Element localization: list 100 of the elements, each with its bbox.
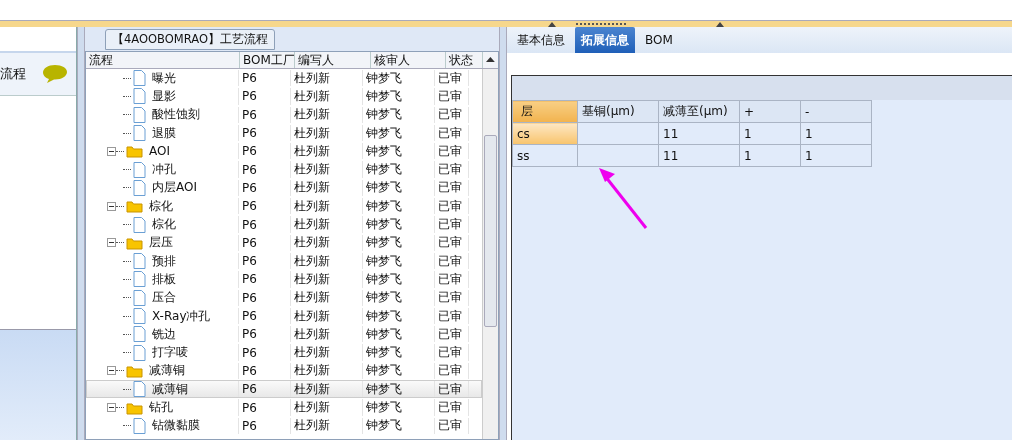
table-cell: 11 [658, 144, 740, 167]
tree-label: 冲孔 [152, 161, 176, 178]
column-header[interactable]: BOM工厂 [240, 52, 296, 68]
table-cell: 杜列新 [291, 344, 363, 361]
tree-row[interactable]: 内层AOI P6 杜列新 钟梦飞 已审 [86, 178, 482, 198]
table-cell: 杜列新 [291, 106, 363, 123]
tree-label: 预排 [152, 253, 176, 270]
table-cell: 钟梦飞 [363, 161, 435, 178]
table-cell: 钟梦飞 [363, 307, 435, 325]
table-cell: 已审 [435, 124, 469, 142]
panel-tab[interactable]: 【4AOOBOMRAO】工艺流程 [105, 29, 275, 50]
tree-label: 减薄铜 [149, 362, 185, 380]
tree-label: 内层AOI [152, 179, 197, 197]
folder-icon [126, 363, 143, 378]
document-icon [133, 161, 146, 178]
collapse-icon[interactable] [107, 403, 116, 412]
document-icon [133, 125, 146, 142]
table-cell: 已审 [435, 88, 469, 105]
tree-row[interactable]: 打字唛 P6 杜列新 钟梦飞 已审 [86, 343, 482, 362]
table-cell: 已审 [435, 253, 469, 270]
table-cell: 钟梦飞 [363, 271, 435, 288]
tree-row[interactable]: AOI P6 杜列新 钟梦飞 已审 [86, 142, 482, 161]
tree-row[interactable]: 冲孔 P6 杜列新 钟梦飞 已审 [86, 160, 482, 179]
table-cell: 钟梦飞 [363, 106, 435, 123]
column-header[interactable]: 基铜(μm) [577, 100, 659, 123]
tree-row[interactable]: 钻孔 P6 杜列新 钟梦飞 已审 [86, 398, 482, 417]
column-header[interactable]: 核审人 [370, 52, 446, 68]
arrow-annotation [597, 166, 649, 230]
tree-row[interactable]: 排板 P6 杜列新 钟梦飞 已审 [86, 270, 482, 289]
table-cell: 杜列新 [291, 326, 363, 343]
column-header[interactable]: 流程 [86, 52, 241, 68]
scroll-thumb[interactable] [484, 135, 497, 327]
collapse-icon[interactable] [107, 238, 116, 248]
tree-row[interactable]: 显影 P6 杜列新 钟梦飞 已审 [86, 87, 482, 106]
table-cell: P6 [239, 381, 291, 398]
table-cell: 钟梦飞 [363, 417, 435, 434]
table-cell: 已审 [435, 198, 469, 215]
column-header[interactable]: 状态 [445, 52, 484, 68]
tree-label: 棕化 [152, 216, 176, 233]
table-cell: P6 [239, 362, 291, 380]
table-cell: P6 [239, 234, 291, 251]
column-header[interactable]: 层 [512, 100, 578, 123]
tab[interactable]: BOM [639, 27, 679, 53]
table-cell: 杜列新 [291, 289, 363, 306]
table-cell: 钟梦飞 [363, 234, 435, 251]
tree-row[interactable]: 曝光 P6 杜列新 钟梦飞 已审 [86, 69, 482, 88]
table-cell: 已审 [435, 143, 469, 160]
collapse-icon[interactable] [107, 146, 116, 156]
table-cell: P6 [239, 344, 291, 361]
collapse-icon[interactable] [107, 366, 116, 376]
table-cell: 1 [800, 122, 872, 145]
tree-row[interactable]: 压合 P6 杜列新 钟梦飞 已审 [86, 288, 482, 307]
tree-label: 钻孔 [149, 399, 173, 416]
tree-row[interactable]: 减薄铜 P6 杜列新 钟梦飞 已审 [86, 380, 482, 399]
table-cell: 杜列新 [291, 417, 363, 434]
tab[interactable]: 拓展信息 [575, 27, 635, 53]
table-cell: 11 [658, 122, 740, 145]
table-cell: 已审 [435, 326, 469, 343]
tree-row[interactable]: 棕化 P6 杜列新 钟梦飞 已审 [86, 215, 482, 234]
panel-title: 流程 [0, 65, 26, 83]
table-cell: 杜列新 [291, 381, 363, 398]
table-cell: 钟梦飞 [363, 88, 435, 105]
table-cell: P6 [239, 106, 291, 123]
table-cell: P6 [239, 271, 291, 288]
splitter-handle[interactable] [499, 27, 507, 440]
collapse-icon[interactable] [107, 201, 116, 211]
tree-label: X-Ray冲孔 [152, 307, 211, 325]
tree-label: 压合 [152, 289, 176, 306]
tree-row[interactable]: 棕化 P6 杜列新 钟梦飞 已审 [86, 197, 482, 216]
table-cell: 已审 [435, 344, 469, 361]
tree-label: 排板 [152, 271, 176, 288]
table-cell: 已审 [435, 399, 469, 416]
tree-label: 曝光 [152, 70, 176, 87]
column-header[interactable]: 减薄至(μm) [658, 100, 740, 123]
tree-row[interactable]: 酸性蚀刻 P6 杜列新 钟梦飞 已审 [86, 105, 482, 124]
column-header[interactable]: - [800, 100, 872, 123]
table-cell: P6 [239, 417, 291, 434]
tree-label: 棕化 [149, 198, 173, 215]
folder-icon [126, 199, 143, 214]
tree-row[interactable]: 退膜 P6 杜列新 钟梦飞 已审 [86, 123, 482, 143]
document-icon [133, 70, 146, 87]
document-icon [133, 106, 146, 123]
tree-row[interactable]: 减薄铜 P6 杜列新 钟梦飞 已审 [86, 361, 482, 381]
tree-row[interactable]: 预排 P6 杜列新 钟梦飞 已审 [86, 251, 482, 271]
table-cell: P6 [239, 88, 291, 105]
tree-row[interactable]: 层压 P6 杜列新 钟梦飞 已审 [86, 233, 482, 252]
table-cell: 钟梦飞 [363, 326, 435, 343]
table-cell: ss [512, 144, 578, 167]
tree-row[interactable]: 铣边 P6 杜列新 钟梦飞 已审 [86, 325, 482, 344]
column-header[interactable]: + [739, 100, 801, 123]
vertical-scrollbar[interactable] [482, 69, 498, 439]
tree-row[interactable]: 钻微黏膜 P6 杜列新 钟梦飞 已审 [86, 416, 482, 435]
table-cell: cs [512, 122, 578, 145]
table-cell: 钟梦飞 [363, 70, 435, 87]
table-cell: P6 [239, 399, 291, 416]
splitter-handle[interactable] [77, 27, 85, 440]
tab[interactable]: 基本信息 [511, 27, 571, 53]
tree-row[interactable]: X-Ray冲孔 P6 杜列新 钟梦飞 已审 [86, 306, 482, 326]
document-icon [133, 381, 146, 398]
column-header[interactable]: 编写人 [295, 52, 371, 68]
